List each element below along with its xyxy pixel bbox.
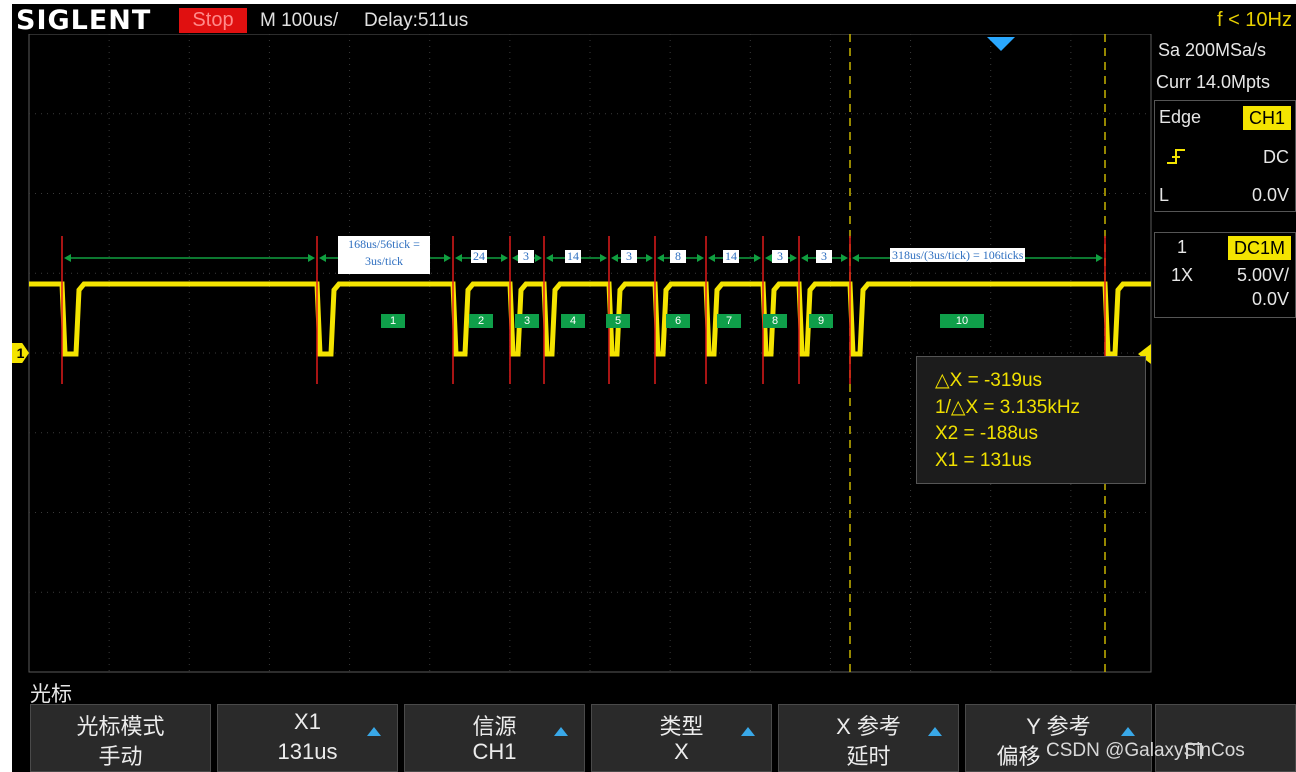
rising-edge-icon [1165,147,1189,172]
softkey-value: CH1 [472,739,517,764]
memory-depth: Curr 14.0Mpts [1156,72,1271,92]
tick-count-label: 3 [816,250,832,263]
adjust-knob-icon [554,727,568,736]
delay-readout[interactable]: Delay:511us [364,8,468,33]
brand-logo: SIGLENT [16,5,152,36]
top-status-bar: SIGLENT Stop M 100us/ Delay:511us f < 10… [12,4,1296,36]
channel-number: 1 [1177,237,1188,257]
run-stop-indicator[interactable]: Stop [179,8,247,33]
tick-count-label: 8 [670,250,686,263]
trigger-level-prefix: L [1159,185,1170,205]
tick-count-label: 14 [565,249,581,263]
softkey-type[interactable]: 类型 X [591,704,772,772]
channel1-panel[interactable]: 1 DC1M 1X 5.00V/ 0.0V [1154,232,1296,318]
last-interval-label: 318us/(3us/tick) = 106ticks [890,248,1026,262]
cursor-measurement-panel: △X = -319us 1/△X = 3.135kHz X2 = -188us … [916,356,1146,484]
pulse-id-label: 9 [809,314,833,328]
pulse-id-label: 10 [940,314,984,328]
softkey-source[interactable]: 信源 CH1 [404,704,585,772]
softkey-value: X [674,739,689,764]
pulse-id-label: 7 [717,314,741,328]
frequency-counter: f < 10Hz [1216,9,1292,31]
tick-count-label: 14 [723,249,739,263]
softkey-label: Y 参考 [1026,714,1091,739]
tick-count-label: 3 [518,250,534,263]
trigger-panel[interactable]: Edge CH1 DC L 0.0V [1154,100,1296,212]
trigger-source-badge: CH1 [1242,106,1291,130]
timebase-readout[interactable]: M 100us/ [260,8,338,33]
x1-readout: X1 = 131us [935,450,1032,471]
softkey-cursor-mode[interactable]: 光标模式 手动 [30,704,211,772]
first-interval-label: 168us/56tick = 3us/tick [338,236,430,274]
tick-count-label: 3 [772,250,788,263]
first-interval-line-1: 168us/56tick = [348,237,420,251]
x2-readout: X2 = -188us [935,423,1038,444]
pulse-id-label: 1 [381,314,405,328]
probe-ratio: 1X [1171,265,1194,285]
adjust-knob-icon [741,727,755,736]
tick-count-label: 3 [621,250,637,263]
softkey-value: 131us [277,739,338,764]
vertical-offset: 0.0V [1251,289,1289,309]
trigger-type: Edge [1159,107,1202,127]
softkey-label: 类型 [659,714,704,739]
softkey-label: X 参考 [836,714,901,739]
adjust-knob-icon [1121,727,1135,736]
watermark-text: CSDN @GalaxySinCos [1046,740,1245,761]
adjust-knob-icon [928,727,942,736]
pulse-id-label: 5 [606,314,630,328]
channel1-marker-label: 1 [16,345,25,361]
trigger-level: 0.0V [1251,185,1289,205]
pulse-id-label: 8 [763,314,787,328]
softkey-value: 手动 [98,744,143,769]
pulse-id-label: 4 [561,314,585,328]
vertical-scale: 5.00V/ [1236,265,1289,285]
waveform-display[interactable] [12,34,1154,674]
right-info-panel: Sa 200MSa/s Curr 14.0Mpts Edge CH1 DC L … [1154,34,1296,674]
softkey-label: 信源 [472,714,517,739]
trigger-coupling: DC [1263,147,1289,167]
first-interval-line-2: 3us/tick [365,254,403,268]
tick-count-label: 24 [471,249,487,263]
pulse-id-label: 6 [666,314,690,328]
inverse-delta-x-readout: 1/△X = 3.135kHz [935,397,1081,418]
adjust-knob-icon [367,727,381,736]
pulse-id-label: 3 [515,314,539,328]
softkey-x1[interactable]: X1 131us [217,704,398,772]
delta-x-readout: △X = -319us [935,370,1043,391]
channel-coupling-badge: DC1M [1227,236,1291,260]
oscilloscope-screen: SIGLENT Stop M 100us/ Delay:511us f < 10… [12,4,1296,772]
pulse-id-label: 2 [469,314,493,328]
sample-rate: Sa 200MSa/s [1158,40,1267,60]
softkey-label: 光标模式 [76,714,165,739]
